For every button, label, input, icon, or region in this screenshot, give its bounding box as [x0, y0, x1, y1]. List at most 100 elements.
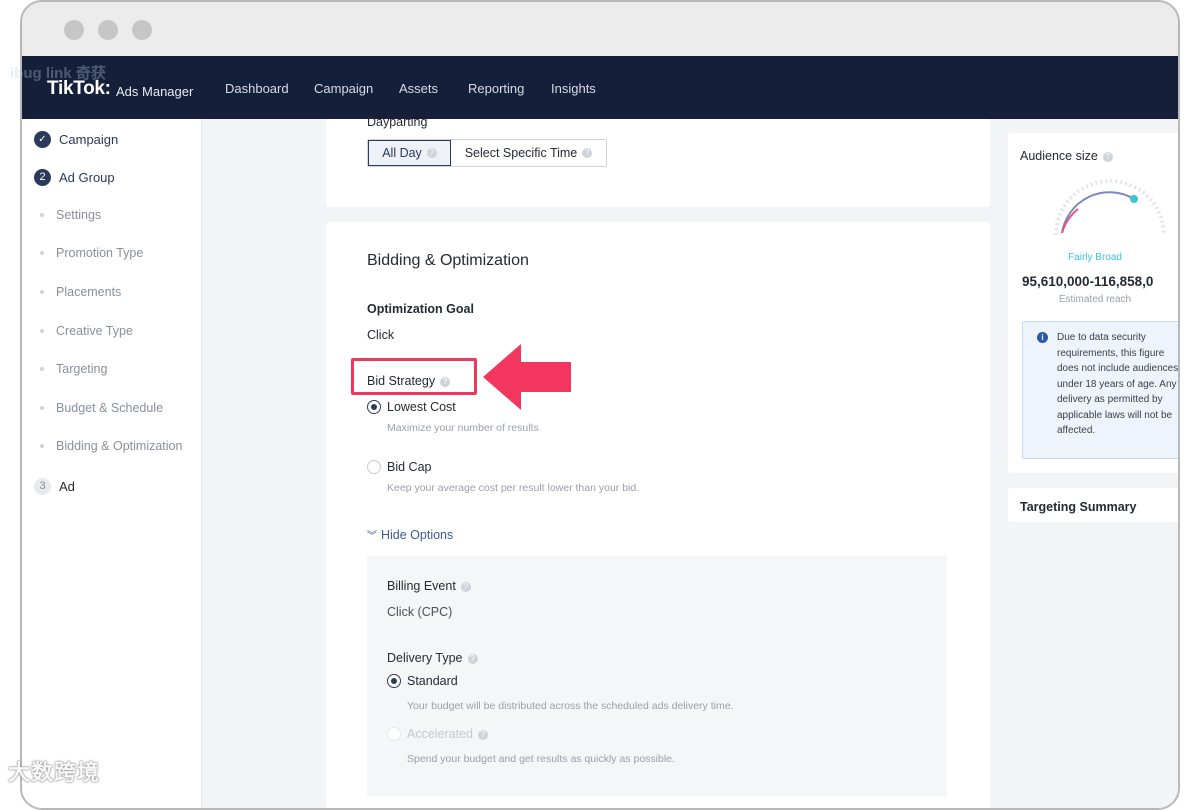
accelerated-text: Accelerated [407, 727, 474, 741]
bullet-icon [40, 329, 44, 333]
delivery-type-label: Delivery Type? [387, 651, 478, 665]
sidebar-item-settings[interactable]: Settings [40, 208, 101, 222]
dayparting-label: Dayparting [367, 115, 428, 129]
bullet-icon [40, 251, 44, 255]
help-icon[interactable]: ? [467, 653, 478, 664]
bullet-icon [40, 213, 44, 217]
dayparting-card: Dayparting All Day? Select Specific Time… [326, 115, 990, 207]
audience-size-text: Audience size [1020, 149, 1098, 163]
sidebar-item-bidding-optimization[interactable]: Bidding & Optimization [40, 439, 182, 453]
hide-options-label: Hide Options [381, 528, 454, 542]
sidebar-item-label: Bidding & Optimization [56, 439, 183, 453]
audience-status: Fairly Broad [1068, 252, 1122, 263]
nav-reporting[interactable]: Reporting [468, 81, 524, 96]
estimated-reach-caption: Estimated reach [1058, 294, 1132, 305]
billing-event-value: Click (CPC) [387, 605, 453, 619]
all-day-label: All Day [382, 146, 422, 160]
double-chevron-down-icon: ︾ [367, 531, 377, 542]
hide-options-link[interactable]: ︾ Hide Options [367, 527, 453, 542]
bid-strategy-text: Bid Strategy [367, 374, 436, 388]
sidebar-item-label: Promotion Type [56, 246, 144, 260]
nav-dashboard[interactable]: Dashboard [225, 81, 289, 96]
audience-gauge-icon [1054, 179, 1166, 236]
check-icon: ✓ [34, 130, 51, 148]
top-navigation-bar: TikTok: Ads Manager Dashboard Campaign A… [22, 56, 1178, 119]
targeting-summary-title: Targeting Summary [1020, 500, 1137, 514]
audience-panel: Audience size? Fairly Broad 95,610,000-1… [1002, 119, 1179, 808]
main-content: Dayparting All Day? Select Specific Time… [202, 115, 1002, 808]
section-title: Bidding & Optimization [367, 252, 529, 269]
help-icon[interactable]: ? [582, 148, 593, 158]
billing-event-text: Billing Event [387, 579, 456, 593]
targeting-summary-card[interactable]: Targeting Summary [1008, 488, 1178, 522]
red-arrow-icon [483, 344, 571, 410]
accelerated-description: Spend your budget and get results as qui… [407, 753, 675, 765]
sidebar-item-label: Settings [56, 208, 102, 222]
window-minimize-dot[interactable] [98, 20, 118, 40]
window-maximize-dot[interactable] [132, 20, 152, 40]
lowest-cost-description: Maximize your number of results [387, 422, 539, 434]
sidebar-item-label: Creative Type [56, 324, 133, 338]
optimization-goal-value: Click [367, 328, 395, 342]
step-sidebar: ✓ Campaign 2 Ad Group Settings Promotion… [22, 119, 202, 808]
sidebar-item-budget-schedule[interactable]: Budget & Schedule [40, 401, 163, 415]
info-icon: i [1037, 332, 1048, 343]
nav-insights[interactable]: Insights [551, 81, 596, 96]
all-day-button[interactable]: All Day? [368, 140, 451, 166]
watermark-logo-text: ibug link 奇获 [10, 65, 106, 82]
bid-cap-radio[interactable] [367, 460, 381, 474]
delivery-type-text: Delivery Type [387, 651, 463, 665]
step-number-badge: 2 [34, 168, 51, 186]
bullet-icon [40, 406, 44, 410]
sidebar-item-targeting[interactable]: Targeting [40, 362, 107, 376]
bidding-card: Bidding & Optimization Optimization Goal… [326, 222, 990, 808]
lowest-cost-radio[interactable] [367, 400, 381, 414]
browser-chrome [22, 2, 1178, 56]
help-icon[interactable]: ? [440, 376, 451, 387]
help-icon[interactable]: ? [426, 148, 437, 158]
sidebar-step-label: Campaign [59, 131, 119, 147]
watermark-logo: ibug link 奇获 [10, 62, 106, 83]
specific-time-label: Select Specific Time [464, 146, 578, 160]
help-icon[interactable]: ? [1102, 151, 1113, 162]
bid-cap-label[interactable]: Bid Cap [387, 460, 431, 474]
step-number-badge: 3 [34, 477, 51, 495]
nav-assets[interactable]: Assets [399, 81, 438, 96]
dayparting-segmented-control: All Day? Select Specific Time? [367, 139, 607, 167]
sidebar-item-label: Targeting [56, 362, 108, 376]
help-icon[interactable]: ? [460, 581, 471, 592]
audience-size-card: Audience size? Fairly Broad 95,610,000-1… [1008, 133, 1179, 473]
billing-event-label: Billing Event? [387, 579, 471, 593]
estimated-reach-value: 95,610,000-116,858,0 [1022, 274, 1154, 289]
accelerated-radio[interactable] [387, 727, 401, 741]
standard-description: Your budget will be distributed across t… [407, 700, 734, 712]
nav-campaign[interactable]: Campaign [314, 81, 373, 96]
bullet-icon [40, 290, 44, 294]
bullet-icon [40, 444, 44, 448]
data-security-notice: i Due to data security requirements, thi… [1022, 321, 1179, 459]
sidebar-step-label: Ad [59, 478, 75, 494]
advanced-options-panel: Billing Event? Click (CPC) Delivery Type… [367, 556, 947, 796]
help-icon[interactable]: ? [478, 729, 489, 740]
notice-text: Due to data security requirements, this … [1057, 332, 1179, 436]
sidebar-item-placements[interactable]: Placements [40, 285, 121, 299]
audience-size-title: Audience size? [1020, 149, 1113, 163]
ads-manager-label: Ads Manager [116, 84, 194, 99]
sidebar-item-label: Budget & Schedule [56, 401, 164, 415]
window-close-dot[interactable] [64, 20, 84, 40]
sidebar-item-promotion-type[interactable]: Promotion Type [40, 246, 143, 260]
accelerated-label[interactable]: Accelerated? [407, 727, 489, 741]
lowest-cost-label[interactable]: Lowest Cost [387, 400, 456, 414]
bid-strategy-label: Bid Strategy? [367, 374, 451, 388]
sidebar-item-creative-type[interactable]: Creative Type [40, 324, 133, 338]
sidebar-item-label: Placements [56, 285, 122, 299]
sidebar-step-label: Ad Group [59, 169, 115, 185]
standard-label[interactable]: Standard [407, 674, 458, 688]
specific-time-button[interactable]: Select Specific Time? [451, 140, 606, 166]
sidebar-step-ad[interactable]: 3 Ad [34, 476, 75, 496]
bid-cap-description: Keep your average cost per result lower … [387, 482, 640, 494]
sidebar-step-ad-group[interactable]: 2 Ad Group [34, 167, 115, 187]
standard-radio[interactable] [387, 674, 401, 688]
sidebar-step-campaign[interactable]: ✓ Campaign [34, 129, 118, 149]
browser-window: TikTok: Ads Manager Dashboard Campaign A… [20, 0, 1180, 810]
